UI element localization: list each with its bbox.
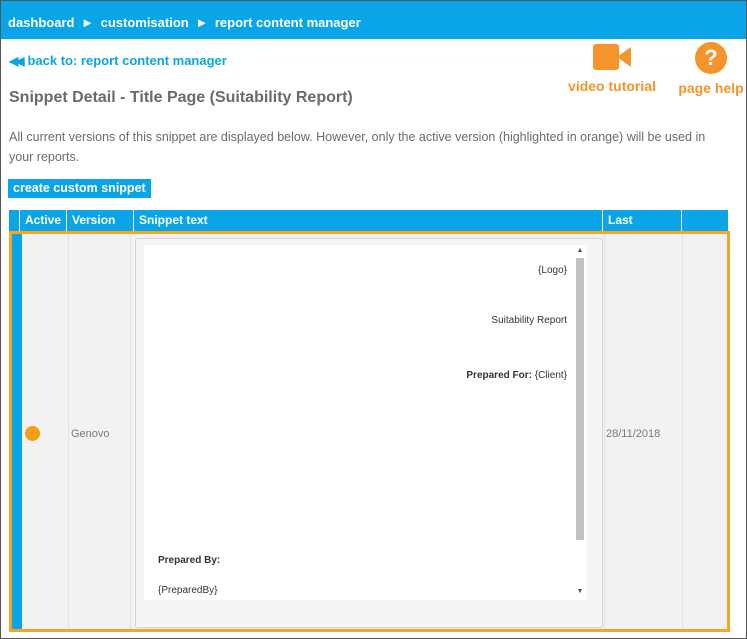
header-version: Version: [66, 210, 133, 231]
snippet-logo-placeholder: {Logo}: [538, 265, 567, 276]
back-link-label: back to: report content manager: [27, 53, 227, 68]
column-divider: [604, 234, 605, 629]
active-indicator-icon[interactable]: [25, 426, 40, 441]
breadcrumb-customisation[interactable]: customisation: [101, 15, 189, 30]
header-last-updated: Last Updated: [602, 210, 681, 248]
page-title: Snippet Detail - Title Page (Suitability…: [9, 89, 353, 106]
snippet-report-name: Suitability Report: [491, 315, 567, 326]
page-help-button[interactable]: ? page help: [676, 42, 746, 96]
snippet-preview[interactable]: {Logo} Suitability Report Prepared For: …: [144, 245, 587, 600]
scroll-down-icon[interactable]: ▼: [576, 588, 584, 596]
table-header: Active Version Snippet text Last Updated: [9, 210, 728, 248]
row-stripe: [12, 234, 22, 629]
breadcrumb: dashboard ► customisation ► report conte…: [1, 1, 746, 39]
header-snippet-text: Snippet text: [133, 210, 602, 231]
breadcrumb-separator: ►: [81, 15, 94, 30]
breadcrumb-report-content-manager[interactable]: report content manager: [215, 15, 361, 30]
column-divider: [682, 234, 683, 629]
create-custom-snippet-button[interactable]: create custom snippet: [8, 179, 151, 198]
breadcrumb-separator: ►: [195, 15, 209, 30]
version-cell: Genovo: [71, 428, 110, 440]
double-chevron-left-icon: ◀◀: [9, 53, 25, 68]
prepared-for-value: {Client}: [531, 370, 567, 381]
prepared-for-label: Prepared For:: [466, 370, 532, 381]
snippet-prepared-by-value: {PreparedBy}: [158, 585, 218, 596]
help-area: video tutorial ? page help: [561, 42, 746, 102]
snippet-prepared-for: Prepared For: {Client}: [466, 370, 567, 381]
scroll-up-icon[interactable]: ▲: [576, 247, 584, 255]
snippet-prepared-by-label: Prepared By:: [158, 555, 221, 566]
snippet-preview-box[interactable]: {Logo} Suitability Report Prepared For: …: [135, 238, 603, 628]
page-help-label: page help: [678, 80, 744, 96]
snippet-scrollbar[interactable]: ▲ ▼: [573, 245, 587, 600]
column-divider: [68, 234, 69, 629]
video-tutorial-label: video tutorial: [568, 78, 656, 94]
scroll-thumb[interactable]: [576, 258, 584, 540]
last-updated-cell: 28/11/2018: [606, 428, 661, 440]
header-actions: [681, 210, 728, 231]
intro-text: All current versions of this snippet are…: [9, 130, 706, 164]
column-divider: [130, 234, 131, 629]
header-active: Active: [19, 210, 66, 231]
back-link[interactable]: ◀◀ back to: report content manager: [9, 53, 227, 68]
video-camera-icon: [593, 42, 631, 72]
question-mark-icon: ?: [695, 42, 727, 74]
breadcrumb-dashboard[interactable]: dashboard: [8, 15, 74, 30]
video-tutorial-button[interactable]: video tutorial: [567, 42, 657, 94]
table-row[interactable]: Genovo 28/11/2018 {Logo} Suitability Rep…: [9, 231, 730, 632]
